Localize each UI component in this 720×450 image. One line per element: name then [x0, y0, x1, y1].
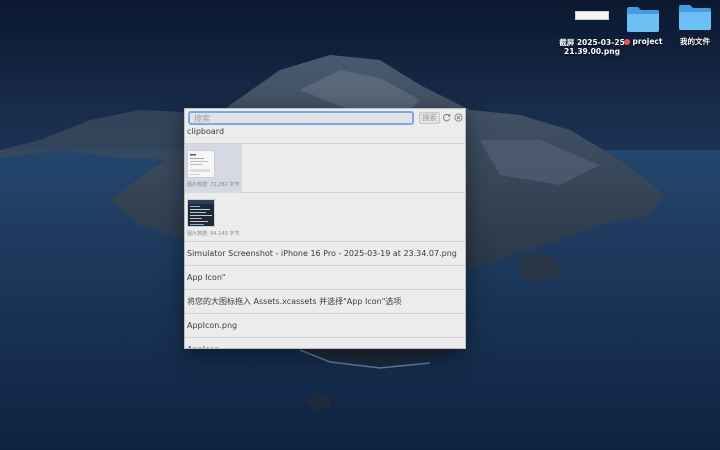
document-preview-icon	[190, 154, 210, 175]
search-button[interactable]: 搜索	[419, 112, 440, 124]
desktop-icon-screenshot[interactable]: 截屏 2025-03-25 21.39.00.png	[559, 6, 625, 56]
desktop-icon-label: 我的文件	[680, 37, 710, 46]
screenshot-thumbnail-icon	[575, 11, 609, 20]
image-size-caption: 图片数据: 72,282 字节	[187, 182, 240, 188]
image-thumbnail	[187, 150, 215, 178]
list-item-image[interactable]: 图片数据: 84,149 字节	[185, 193, 465, 242]
list-header: clipboard	[185, 127, 465, 144]
list-item-text[interactable]: AppIcon	[185, 338, 465, 348]
refresh-icon[interactable]	[442, 113, 451, 122]
list-item-text[interactable]: Simulator Screenshot - iPhone 16 Pro - 2…	[185, 242, 465, 266]
image-size-caption: 图片数据: 84,149 字节	[187, 231, 240, 237]
clipboard-window: 搜索 clipboard	[184, 108, 466, 349]
desktop-icon-my-files[interactable]: 我的文件	[672, 2, 718, 46]
desktop-icon-label: project	[623, 37, 662, 46]
search-input[interactable]	[188, 111, 414, 125]
desktop-icon-project[interactable]: project	[620, 4, 666, 46]
folder-icon	[679, 5, 711, 30]
image-cell: 图片数据: 84,149 字节	[185, 193, 242, 242]
desktop-icon-label: 截屏 2025-03-25 21.39.00.png	[559, 38, 625, 56]
folder-icon	[627, 7, 659, 32]
image-thumbnail	[187, 199, 215, 227]
list-item-text[interactable]: App Icon"	[185, 266, 465, 290]
close-icon[interactable]	[454, 113, 463, 122]
list-item-image[interactable]: 图片数据: 72,282 字节	[185, 144, 465, 193]
code-preview-icon	[188, 200, 214, 225]
image-cell: 图片数据: 72,282 字节	[185, 144, 242, 193]
list-item-text[interactable]: 将您的大图标拖入 Assets.xcassets 并选择"App Icon"选项	[185, 290, 465, 314]
red-tag-icon	[623, 39, 630, 45]
clipboard-list: clipboard 图片数据: 72,282 字节 图片数据: 84,149 字…	[185, 127, 465, 348]
list-item-text[interactable]: AppIcon.png	[185, 314, 465, 338]
toolbar: 搜索	[185, 109, 465, 127]
